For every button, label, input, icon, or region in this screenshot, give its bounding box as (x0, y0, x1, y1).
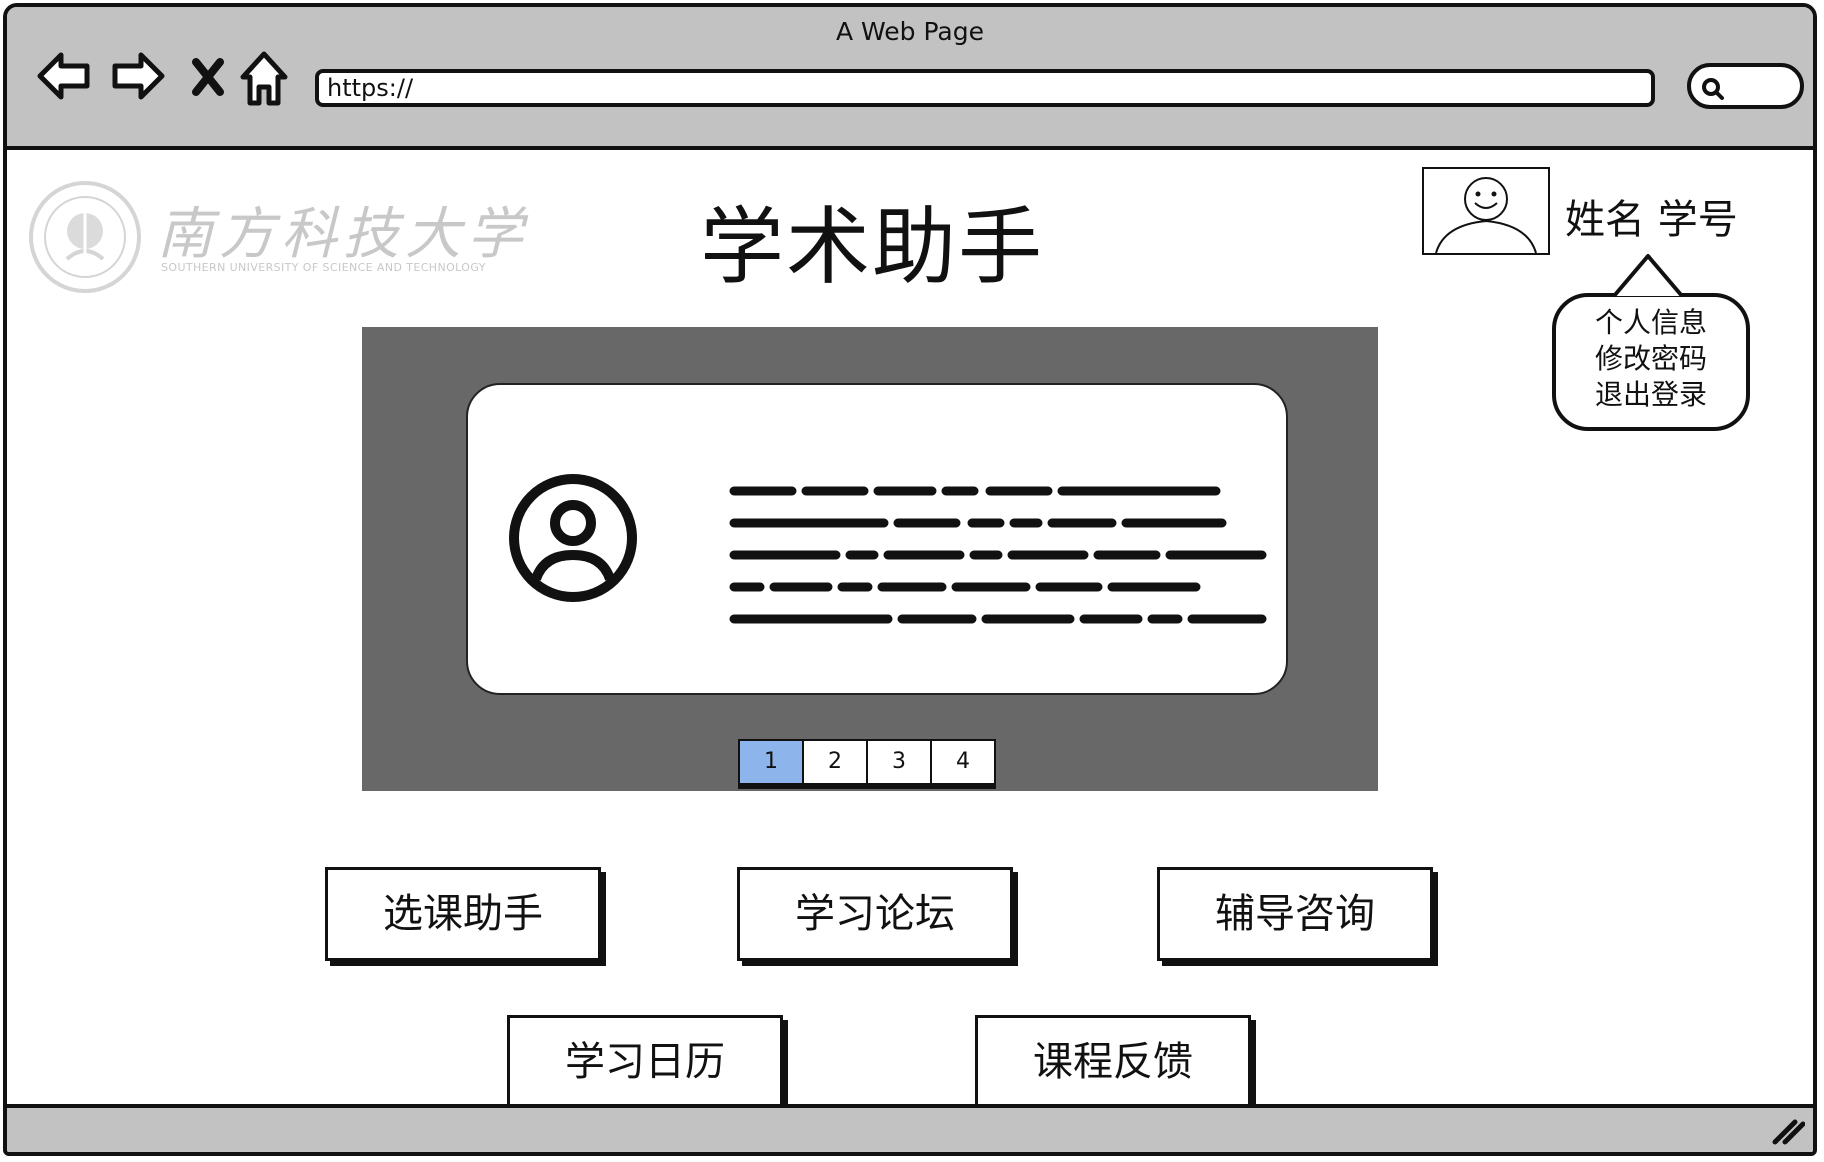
tutoring-button[interactable]: 辅导咨询 (1157, 867, 1433, 961)
search-box[interactable] (1687, 63, 1804, 109)
user-name-id[interactable]: 姓名 学号 (1565, 187, 1738, 245)
status-bar (7, 1104, 1813, 1152)
placeholder-text-scribble (729, 486, 1267, 624)
avatar-face-icon (1435, 177, 1537, 253)
home-icon[interactable] (239, 51, 289, 107)
study-calendar-button[interactable]: 学习日历 (507, 1015, 783, 1109)
resize-grip-icon[interactable] (1771, 1116, 1805, 1146)
study-forum-button[interactable]: 学习论坛 (737, 867, 1013, 961)
browser-window: A Web Page https:// 南方科技大学 SOUTHERN UNIV… (3, 3, 1817, 1156)
menu-item-logout[interactable]: 退出登录 (1552, 377, 1750, 413)
carousel-card[interactable] (466, 383, 1288, 695)
pager-page-1[interactable]: 1 (740, 741, 802, 783)
back-arrow-icon[interactable] (37, 51, 91, 101)
carousel-pager: 1 2 3 4 (738, 739, 996, 789)
pager-page-2[interactable]: 2 (804, 741, 866, 783)
course-feedback-button[interactable]: 课程反馈 (975, 1015, 1251, 1109)
page-title: 学术助手 (699, 198, 1044, 296)
university-logo: 南方科技大学 SOUTHERN UNIVERSITY OF SCIENCE AN… (27, 179, 523, 303)
menu-item-profile[interactable]: 个人信息 (1552, 305, 1750, 341)
forward-arrow-icon[interactable] (111, 51, 165, 101)
user-avatar[interactable] (1422, 167, 1550, 255)
course-selection-button[interactable]: 选课助手 (325, 867, 601, 961)
browser-chrome: A Web Page https:// (7, 7, 1813, 150)
pager-page-3[interactable]: 3 (868, 741, 930, 783)
menu-item-change-password[interactable]: 修改密码 (1552, 341, 1750, 377)
pager-page-4[interactable]: 4 (932, 741, 994, 783)
close-x-icon[interactable] (191, 57, 225, 97)
logo-subtitle: SOUTHERN UNIVERSITY OF SCIENCE AND TECHN… (161, 261, 486, 274)
user-menu: 个人信息 修改密码 退出登录 (1552, 305, 1750, 413)
logo-name: 南方科技大学 (157, 202, 529, 267)
user-circle-icon (509, 474, 637, 602)
window-title: A Web Page (835, 17, 985, 46)
search-icon (1702, 78, 1724, 100)
bubble-pointer (1612, 254, 1684, 298)
carousel: 1 2 3 4 (362, 327, 1378, 791)
address-bar[interactable]: https:// (315, 69, 1655, 107)
